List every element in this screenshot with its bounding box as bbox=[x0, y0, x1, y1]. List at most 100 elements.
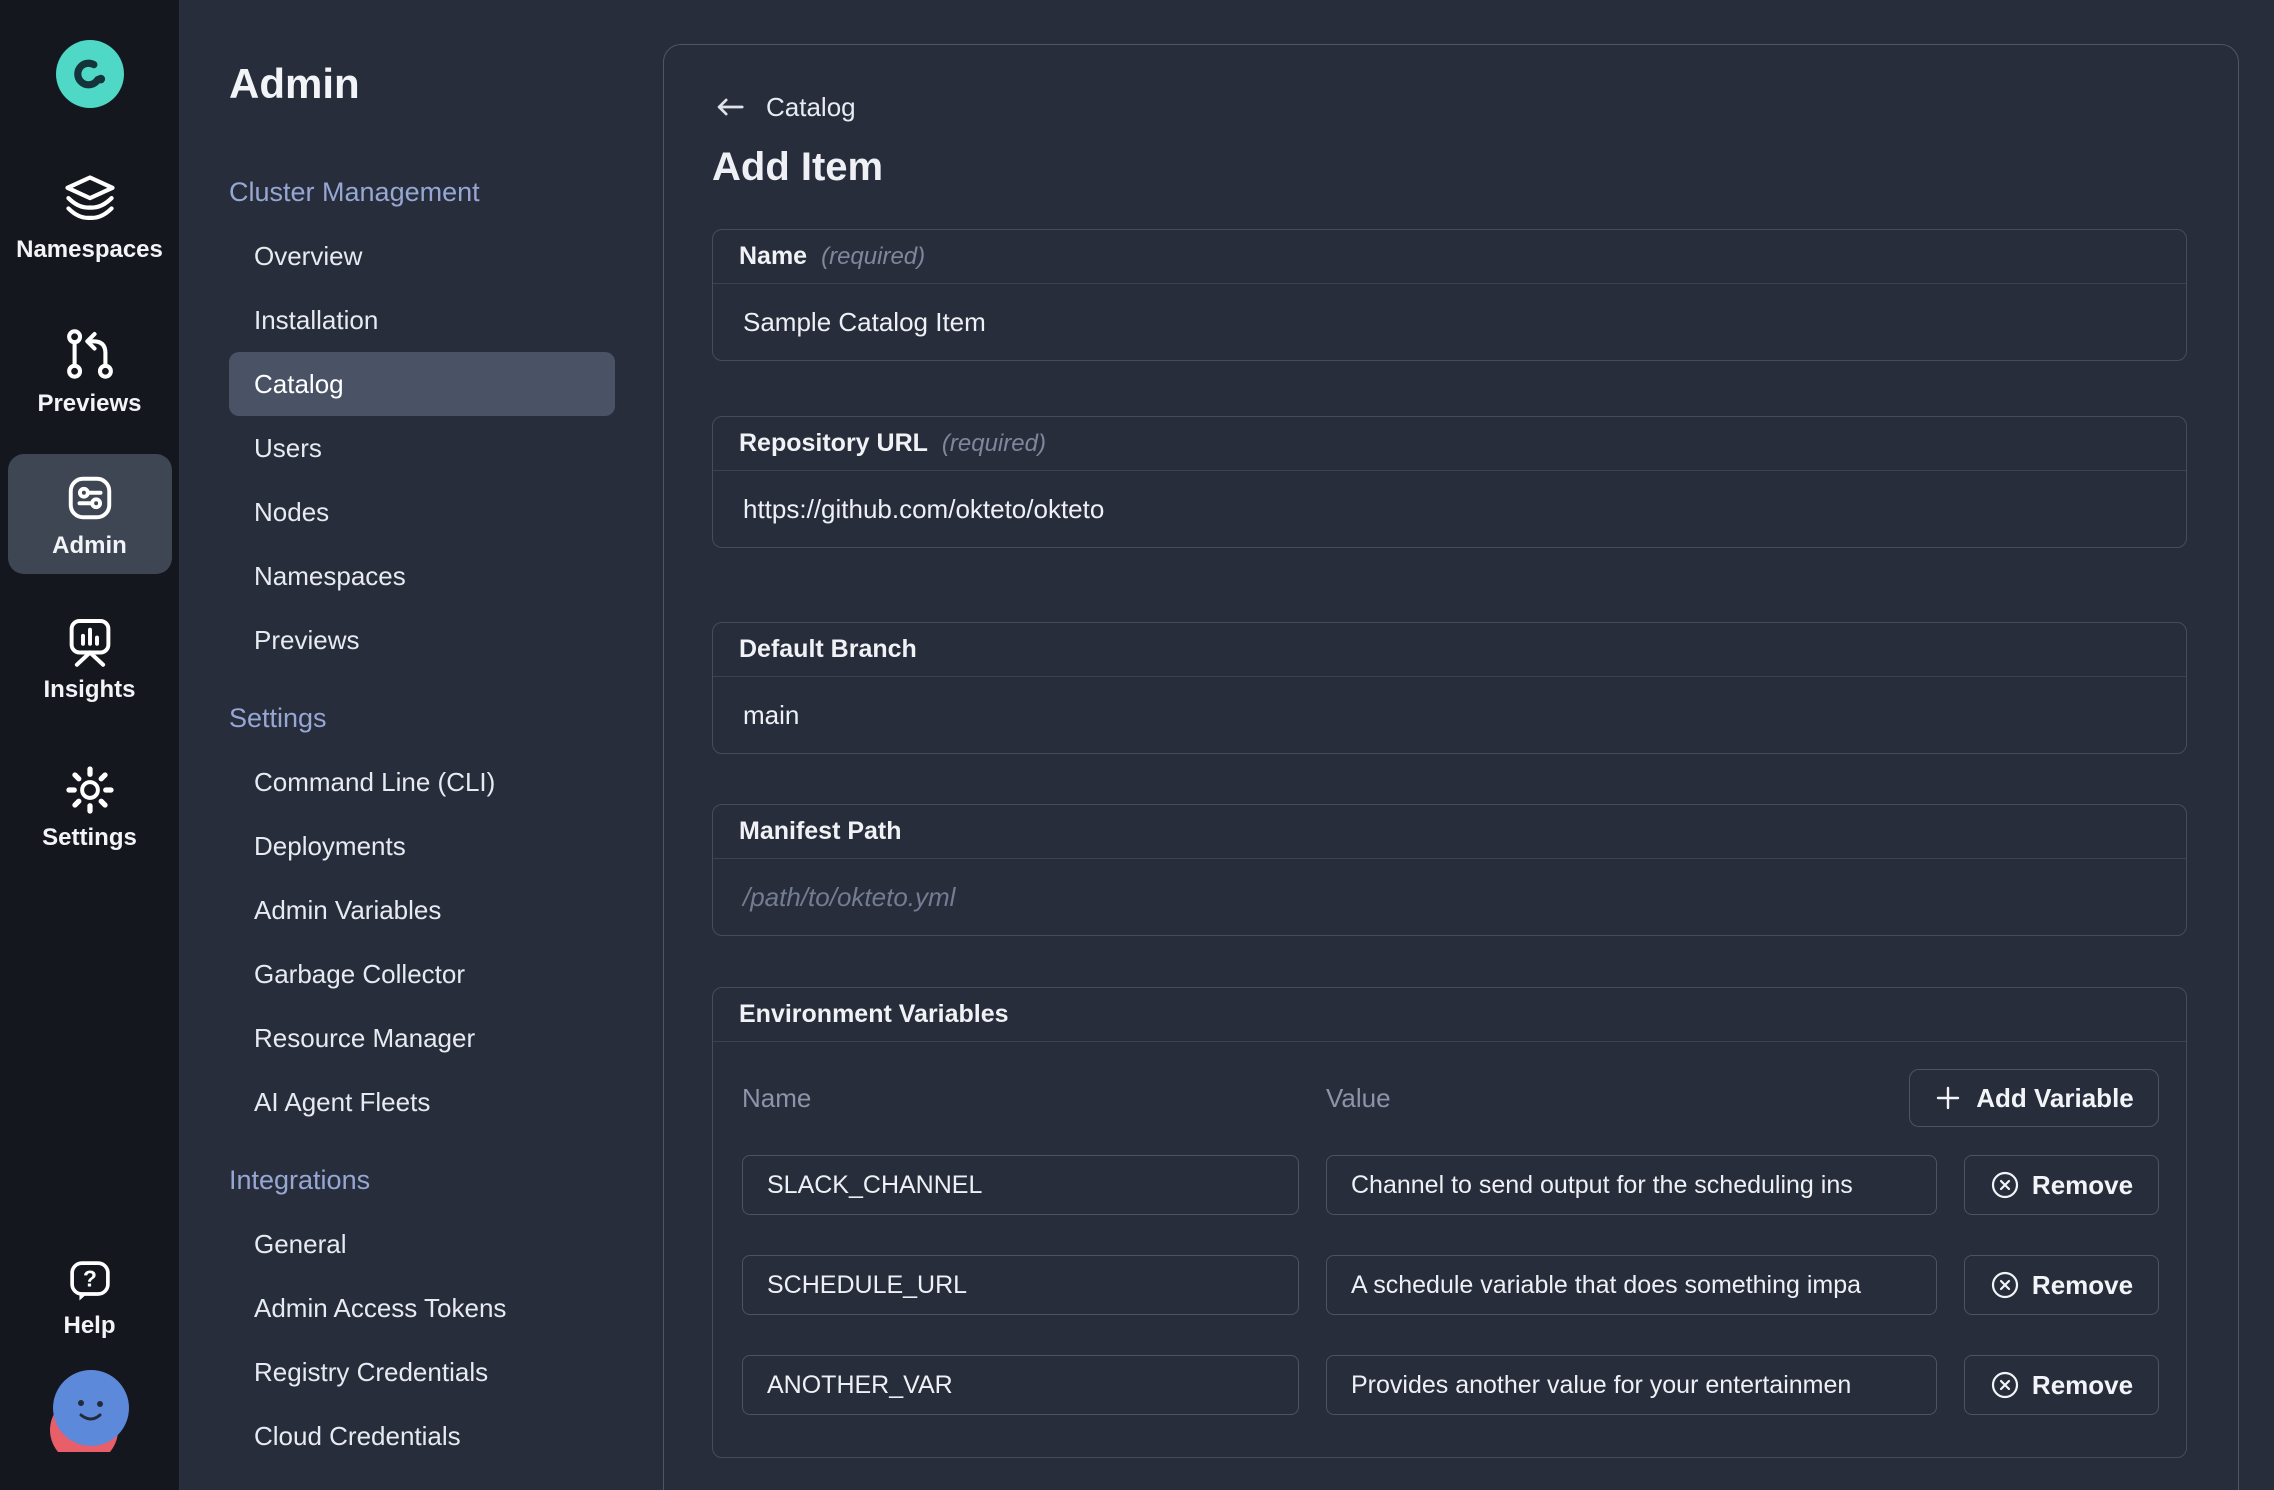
sidebar-item-garbage-collector[interactable]: Garbage Collector bbox=[229, 942, 615, 1006]
env-value-column-header: Value bbox=[1326, 1083, 1909, 1114]
sidebar-item-overview[interactable]: Overview bbox=[229, 224, 615, 288]
default-branch-field-header: Default Branch bbox=[713, 623, 2186, 677]
remove-variable-label: Remove bbox=[2032, 1270, 2133, 1301]
add-variable-label: Add Variable bbox=[1976, 1083, 2134, 1114]
default-branch-field-group: Default Branch main bbox=[712, 622, 2187, 754]
rail-item-namespaces[interactable]: Namespaces bbox=[8, 160, 172, 274]
okteto-logo[interactable] bbox=[56, 40, 124, 108]
sidebar-item-cloud-credentials[interactable]: Cloud Credentials bbox=[229, 1404, 615, 1468]
sidebar-section-cluster-management: Cluster Management Overview Installation… bbox=[229, 160, 660, 672]
page-title: Add Item bbox=[712, 141, 2187, 193]
manifest-path-field-header: Manifest Path bbox=[713, 805, 2186, 859]
rail-item-admin[interactable]: Admin bbox=[8, 454, 172, 574]
sidebar-item-deployments[interactable]: Deployments bbox=[229, 814, 615, 878]
admin-sidebar: Admin Cluster Management Overview Instal… bbox=[180, 0, 660, 1490]
name-field-group: Name (required) Sample Catalog Item bbox=[712, 229, 2187, 361]
environment-variables-header: Environment Variables bbox=[713, 988, 2186, 1042]
okteto-logo-icon bbox=[67, 51, 113, 97]
section-header: Settings bbox=[229, 686, 660, 750]
avatar-face-icon bbox=[48, 1368, 132, 1452]
previews-branch-icon bbox=[61, 324, 119, 384]
sidebar-section-integrations: Integrations General Admin Access Tokens… bbox=[229, 1148, 660, 1468]
repository-url-input[interactable]: https://github.com/okteto/okteto bbox=[713, 471, 2186, 547]
rail-item-insights[interactable]: Insights bbox=[8, 604, 172, 714]
sidebar-item-previews[interactable]: Previews bbox=[229, 608, 615, 672]
env-name-column-header: Name bbox=[742, 1083, 1326, 1114]
icon-rail: Namespaces Previews Admin bbox=[0, 0, 180, 1490]
env-variable-row: SCHEDULE_URL A schedule variable that do… bbox=[742, 1255, 2159, 1315]
sidebar-item-resource-manager[interactable]: Resource Manager bbox=[229, 1006, 615, 1070]
user-avatar[interactable] bbox=[48, 1368, 132, 1452]
circle-x-icon bbox=[1990, 1270, 2020, 1300]
section-header: Cluster Management bbox=[229, 160, 660, 224]
name-input[interactable]: Sample Catalog Item bbox=[713, 284, 2186, 360]
remove-variable-button[interactable]: Remove bbox=[1964, 1255, 2159, 1315]
namespaces-layers-icon bbox=[59, 170, 121, 230]
remove-variable-label: Remove bbox=[2032, 1370, 2133, 1401]
circle-x-icon bbox=[1990, 1370, 2020, 1400]
repository-url-field-header: Repository URL (required) bbox=[713, 417, 2186, 471]
add-item-panel: Catalog Add Item Name (required) Sample … bbox=[663, 44, 2239, 1490]
required-hint: (required) bbox=[942, 430, 1046, 458]
circle-x-icon bbox=[1990, 1170, 2020, 1200]
admin-sliders-icon bbox=[62, 470, 118, 526]
env-variable-row: ANOTHER_VAR Provides another value for y… bbox=[742, 1355, 2159, 1415]
insights-chart-icon bbox=[62, 614, 118, 670]
default-branch-input[interactable]: main bbox=[713, 677, 2186, 753]
back-button[interactable] bbox=[712, 95, 744, 119]
sidebar-item-catalog[interactable]: Catalog bbox=[229, 352, 615, 416]
manifest-path-field-label: Manifest Path bbox=[739, 817, 902, 846]
env-name-input[interactable]: ANOTHER_VAR bbox=[742, 1355, 1299, 1415]
sidebar-item-installation[interactable]: Installation bbox=[229, 288, 615, 352]
breadcrumb: Catalog bbox=[712, 89, 2187, 125]
rail-item-label: Insights bbox=[43, 676, 135, 704]
env-variable-row: SLACK_CHANNEL Channel to send output for… bbox=[742, 1155, 2159, 1215]
sidebar-item-namespaces[interactable]: Namespaces bbox=[229, 544, 615, 608]
env-value-input[interactable]: A schedule variable that does something … bbox=[1326, 1255, 1937, 1315]
default-branch-field-label: Default Branch bbox=[739, 635, 917, 664]
rail-item-label: Help bbox=[63, 1312, 115, 1340]
settings-gear-icon bbox=[62, 762, 118, 818]
rail-item-label: Settings bbox=[42, 824, 137, 852]
repository-url-field-group: Repository URL (required) https://github… bbox=[712, 416, 2187, 548]
rail-item-help[interactable]: ? Help bbox=[8, 1246, 172, 1350]
name-field-label: Name bbox=[739, 242, 807, 271]
sidebar-item-ai-agent-fleets[interactable]: AI Agent Fleets bbox=[229, 1070, 615, 1134]
remove-variable-button[interactable]: Remove bbox=[1964, 1355, 2159, 1415]
add-variable-button[interactable]: Add Variable bbox=[1909, 1069, 2159, 1127]
environment-variables-label: Environment Variables bbox=[739, 1000, 1009, 1029]
help-question-icon: ? bbox=[64, 1256, 116, 1306]
back-arrow-icon bbox=[712, 95, 744, 119]
name-field-header: Name (required) bbox=[713, 230, 2186, 284]
manifest-path-input[interactable]: /path/to/okteto.yml bbox=[713, 859, 2186, 935]
rail-item-settings[interactable]: Settings bbox=[8, 752, 172, 862]
sidebar-item-general[interactable]: General bbox=[229, 1212, 615, 1276]
breadcrumb-catalog-link[interactable]: Catalog bbox=[766, 92, 856, 123]
env-value-input[interactable]: Provides another value for your entertai… bbox=[1326, 1355, 1937, 1415]
rail-item-label: Admin bbox=[52, 532, 127, 560]
sidebar-section-settings: Settings Command Line (CLI) Deployments … bbox=[229, 686, 660, 1134]
sidebar-item-admin-variables[interactable]: Admin Variables bbox=[229, 878, 615, 942]
rail-item-previews[interactable]: Previews bbox=[8, 314, 172, 428]
sidebar-item-command-line-cli[interactable]: Command Line (CLI) bbox=[229, 750, 615, 814]
repository-url-field-label: Repository URL bbox=[739, 429, 928, 458]
sidebar-title: Admin bbox=[229, 56, 660, 112]
sidebar-item-registry-credentials[interactable]: Registry Credentials bbox=[229, 1340, 615, 1404]
sidebar-item-admin-access-tokens[interactable]: Admin Access Tokens bbox=[229, 1276, 615, 1340]
section-header: Integrations bbox=[229, 1148, 660, 1212]
rail-item-label: Namespaces bbox=[16, 236, 163, 264]
manifest-path-field-group: Manifest Path /path/to/okteto.yml bbox=[712, 804, 2187, 936]
svg-text:?: ? bbox=[83, 1266, 97, 1292]
env-toolbar: Name Value Add Variable bbox=[742, 1069, 2159, 1127]
sidebar-item-nodes[interactable]: Nodes bbox=[229, 480, 615, 544]
environment-variables-body: Name Value Add Variable SLACK_CHANNEL Ch… bbox=[713, 1042, 2186, 1457]
plus-icon bbox=[1934, 1084, 1962, 1112]
environment-variables-group: Environment Variables Name Value Add Var… bbox=[712, 987, 2187, 1458]
env-name-input[interactable]: SCHEDULE_URL bbox=[742, 1255, 1299, 1315]
required-hint: (required) bbox=[821, 243, 925, 271]
sidebar-item-users[interactable]: Users bbox=[229, 416, 615, 480]
remove-variable-label: Remove bbox=[2032, 1170, 2133, 1201]
remove-variable-button[interactable]: Remove bbox=[1964, 1155, 2159, 1215]
env-name-input[interactable]: SLACK_CHANNEL bbox=[742, 1155, 1299, 1215]
env-value-input[interactable]: Channel to send output for the schedulin… bbox=[1326, 1155, 1937, 1215]
